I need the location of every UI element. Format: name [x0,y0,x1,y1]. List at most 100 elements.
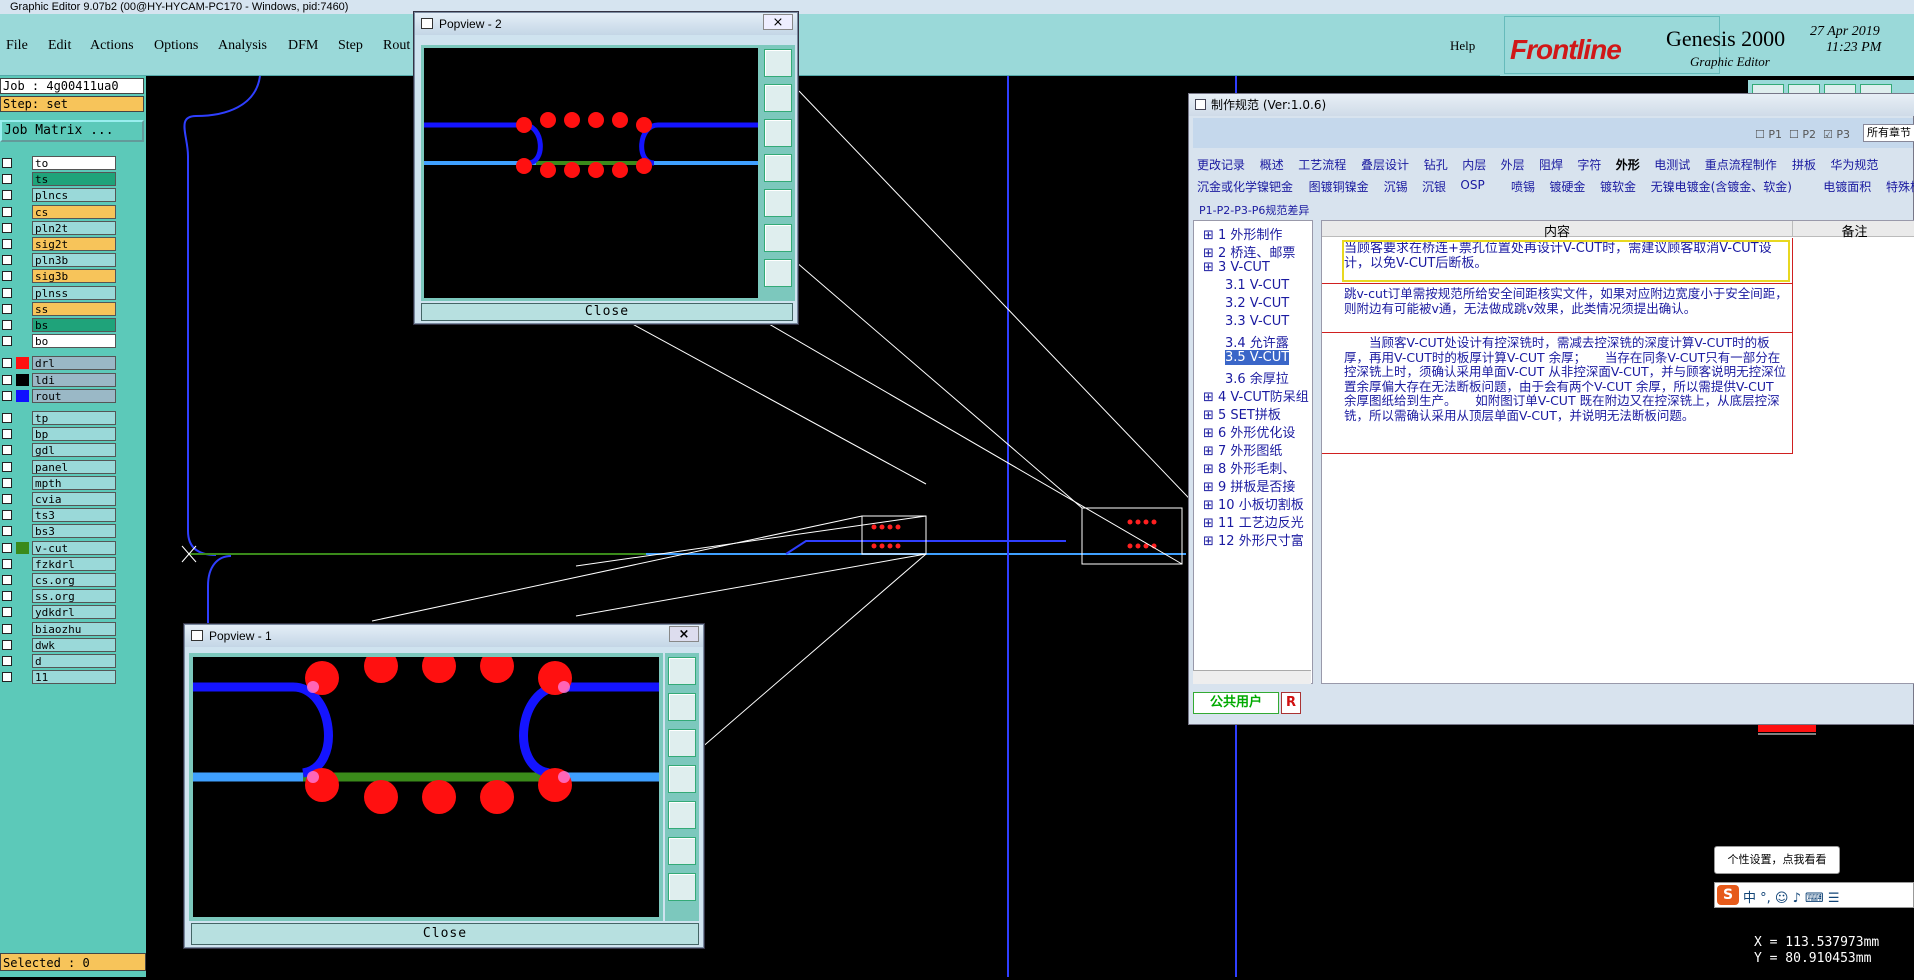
popview-up-icon[interactable] [764,84,792,112]
tree-item[interactable]: ⊞ 7 外形图纸 [1203,440,1282,459]
layer-checkbox[interactable] [2,303,12,314]
popview-left-icon[interactable] [668,765,696,793]
spec-tab[interactable]: 沉金或化学镍钯金 [1197,178,1293,195]
layer-name[interactable]: sig3b [32,269,116,284]
popview-left-icon[interactable] [764,154,792,182]
menu-analysis[interactable]: Analysis [218,38,267,54]
spec-tab[interactable]: 拼板 [1792,156,1816,173]
layer-row-11[interactable]: 11 [2,670,116,685]
layer-checkbox[interactable] [2,271,12,282]
popview-zoom-icon[interactable] [764,49,792,77]
tab-p-diff[interactable]: P1-P2-P3-P6规范差异 [1199,202,1309,218]
spec-tab[interactable]: 工艺流程 [1298,156,1346,173]
layer-name[interactable]: cs.org [32,573,116,587]
layer-name[interactable]: sig2t [32,237,116,251]
popview-fit-icon[interactable] [668,837,696,865]
tree-item[interactable]: 3.4 允许露 [1225,332,1289,351]
layer-checkbox[interactable] [2,607,12,618]
layer-name[interactable]: bs3 [32,524,116,539]
layer-row-biaozhu[interactable]: biaozhu [2,621,116,636]
layer-row-ss[interactable]: ss [2,301,116,316]
popview-2-close-button[interactable]: Close [421,303,793,321]
layer-checkbox[interactable] [2,287,12,298]
layer-checkbox[interactable] [2,429,12,440]
menu-actions[interactable]: Actions [90,38,134,54]
menu-options[interactable]: Options [154,38,198,54]
spec-tab[interactable]: 电镀面积 [1823,178,1871,195]
layer-row-pln2t[interactable]: pln2t [2,220,116,235]
spec-tab[interactable]: 沉锡 [1384,178,1408,195]
menu-dfm[interactable]: DFM [288,38,318,54]
spec-tab[interactable]: 概述 [1260,156,1284,173]
layer-row-ldi[interactable]: ldi [2,372,116,387]
layer-row-mpth[interactable]: mpth [2,475,116,490]
layer-name[interactable]: pln2t [32,220,116,235]
layer-row-fzkdrl[interactable]: fzkdrl [2,556,116,571]
layer-checkbox[interactable] [2,413,12,423]
popview-down-icon[interactable] [668,729,696,757]
layer-checkbox[interactable] [2,158,12,168]
layer-name[interactable]: dwk [32,637,116,652]
layer-name[interactable]: rout [32,388,116,403]
layer-checkbox[interactable] [2,526,12,537]
p3-checkbox[interactable]: ☑ P3 [1823,128,1850,141]
layer-checkbox[interactable] [2,358,12,369]
ime-mode-icons[interactable]: 中 °, ☺ ♪ ⌨ ☰ [1743,887,1840,906]
menu-edit[interactable]: Edit [48,38,71,54]
layer-row-ss.org[interactable]: ss.org [2,589,116,604]
popview-center-icon[interactable] [764,259,792,287]
layer-row-drl[interactable]: drl [2,356,116,371]
p2-checkbox[interactable]: ☐ P2 [1789,128,1816,141]
popview-1-close-button[interactable]: Close [191,923,699,945]
layer-checkbox[interactable] [2,510,12,521]
layer-row-plncs[interactable]: plncs [2,188,116,203]
layer-row-rout[interactable]: rout [2,388,116,403]
layer-checkbox[interactable] [2,320,12,330]
spec-tab[interactable]: 华为规范 [1830,156,1878,173]
layer-name[interactable]: plnss [32,285,116,300]
tree-scrollbar[interactable] [1193,670,1311,684]
layer-name[interactable]: ydkdrl [32,605,116,620]
popview-zoom-icon[interactable] [668,657,696,685]
layer-name[interactable]: ss [32,301,116,316]
layer-row-ydkdrl[interactable]: ydkdrl [2,605,116,620]
popview-1-titlebar[interactable]: Popview - 1 [185,625,703,647]
layer-name[interactable]: bp [32,427,116,442]
tree-item[interactable]: 3.6 余厚拉 [1225,368,1289,387]
layer-row-ts[interactable]: ts [2,172,116,187]
column-note-header[interactable]: 备注 [1792,221,1914,240]
popview-center-icon[interactable] [668,873,696,901]
layer-checkbox[interactable] [2,255,12,266]
spec-tab[interactable]: 无镍电镀金(含镀金、软金) [1651,178,1792,195]
spec-tab[interactable]: 内层 [1462,156,1486,173]
spec-tab[interactable]: 电测试 [1654,156,1690,173]
spec-row-2[interactable]: 跳v-cut订单需按规范所给安全间距核实文件，如果对应附边宽度小于安全间距，则附… [1344,286,1788,331]
layer-row-bp[interactable]: bp [2,427,116,442]
spec-tab[interactable]: 镀硬金 [1549,178,1585,195]
tree-item[interactable]: ⊞ 12 外形尺寸富 [1203,530,1304,549]
layer-name[interactable]: drl [32,356,116,371]
tree-item[interactable]: ⊞ 1 外形制作 [1203,224,1282,243]
tree-item[interactable]: ⊞ 10 小板切割板 [1203,494,1304,513]
spec-tab[interactable]: 阻焊 [1539,156,1563,173]
spec-tab[interactable]: 钻孔 [1424,156,1448,173]
p1-checkbox[interactable]: ☐ P1 [1755,128,1782,141]
tree-item[interactable]: ⊞ 3 V-CUT [1203,260,1270,275]
layer-row-v-cut[interactable]: v-cut [2,540,116,555]
layer-row-sig2t[interactable]: sig2t [2,237,116,251]
popview-down-icon[interactable] [764,119,792,147]
tree-item[interactable]: ⊞ 4 V-CUT防呆组 [1203,386,1309,405]
layer-row-cs[interactable]: cs [2,204,116,219]
layer-name[interactable]: 11 [32,670,116,685]
spec-tab[interactable]: 外层 [1501,156,1525,173]
layer-checkbox[interactable] [2,222,12,233]
layer-row-cvia[interactable]: cvia [2,492,116,506]
layer-name[interactable]: ss.org [32,589,116,604]
layer-checkbox[interactable] [2,461,12,472]
layer-row-gdl[interactable]: gdl [2,443,116,458]
layer-name[interactable]: panel [32,459,116,474]
menu-step[interactable]: Step [338,38,363,54]
layer-name[interactable]: cvia [32,492,116,506]
menu-help[interactable]: Help [1450,38,1475,54]
tree-item[interactable]: 3.3 V-CUT [1225,314,1289,329]
